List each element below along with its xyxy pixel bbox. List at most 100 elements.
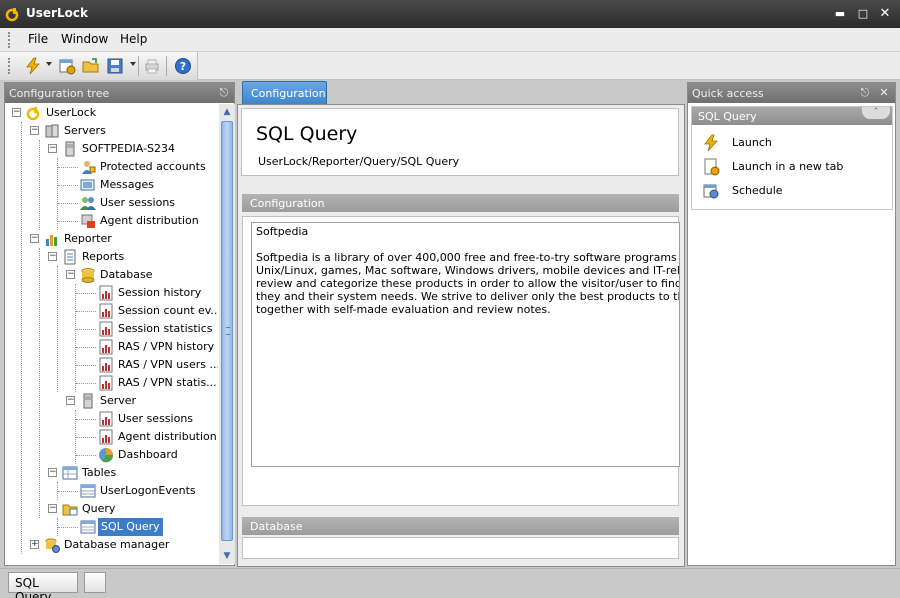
tree-connector <box>76 329 96 330</box>
tree-node-label: Server <box>100 394 137 407</box>
configuration-tree-panel: Configuration tree ⎋ − UserLock − Server… <box>4 82 235 566</box>
tree-node-label: User sessions <box>100 196 176 209</box>
tab-configuration[interactable]: Configuration <box>242 81 327 104</box>
tree-connector <box>76 437 96 438</box>
report-chart-icon <box>99 321 113 337</box>
report-chart-icon <box>99 285 113 301</box>
new-tab-icon[interactable] <box>58 57 76 75</box>
tree-node-label: UserLock <box>46 106 97 119</box>
help-icon[interactable]: ? <box>174 57 192 75</box>
document-tab-strip: Configuration <box>237 80 685 104</box>
tree-node-label: Reporter <box>64 232 112 245</box>
quick-access-panel: Quick access ⎋ ✕ SQL Query ⌃ Launch Laun… <box>687 82 896 566</box>
tree-node-label: SQL Query <box>98 518 163 536</box>
tree-connector <box>58 185 78 186</box>
save-icon[interactable] <box>106 57 124 75</box>
save-dropdown-icon[interactable] <box>130 62 136 66</box>
menubar-grip[interactable] <box>8 32 10 48</box>
messages-icon <box>80 179 95 191</box>
toolbar-separator <box>138 56 139 76</box>
tree-connector <box>76 293 96 294</box>
tree-scrollbar[interactable]: ▲ ▼ <box>219 104 235 564</box>
scroll-down-icon[interactable]: ▼ <box>219 548 235 564</box>
tree-node-label: Messages <box>100 178 154 191</box>
server-icon <box>65 141 75 157</box>
scroll-up-icon[interactable]: ▲ <box>219 104 235 120</box>
tree-connector <box>58 527 78 528</box>
tree-connector <box>58 203 78 204</box>
tree-node-label: RAS / VPN statis... <box>118 376 217 389</box>
query-text-line <box>256 238 675 251</box>
menu-window[interactable]: Window <box>61 32 108 46</box>
report-chart-icon <box>99 411 113 427</box>
chevron-up-icon[interactable]: ⌃ <box>862 107 890 119</box>
configuration-section: Softpedia Softpedia is a library of over … <box>242 216 680 506</box>
table-icon <box>80 484 96 498</box>
maximize-button[interactable]: □ <box>855 6 871 22</box>
tree-node-label: Dashboard <box>118 448 178 461</box>
report-chart-icon <box>99 303 113 319</box>
tree-node-label: Agent distribution <box>100 214 199 227</box>
pin-icon[interactable]: ⎋ <box>858 86 872 100</box>
query-text-line: they and their system needs. We strive t… <box>256 290 679 303</box>
tree-connector <box>76 347 96 348</box>
tab-label: Configuration <box>251 87 326 100</box>
tree-node-label: Reports <box>82 250 125 263</box>
open-tab-blank[interactable] <box>84 572 106 593</box>
close-button[interactable]: ✕ <box>877 6 893 22</box>
breadcrumb: UserLock/Reporter/Query/SQL Query <box>258 155 460 168</box>
quick-access-section-header[interactable]: SQL Query ⌃ <box>692 107 892 125</box>
menu-help[interactable]: Help <box>120 32 147 46</box>
open-folder-icon[interactable] <box>82 57 100 75</box>
tree-connector <box>39 248 40 518</box>
collapse-icon[interactable]: − <box>30 126 39 135</box>
tree-node-label: Database <box>100 268 153 281</box>
server-icon <box>83 393 93 409</box>
user-sessions-icon <box>80 197 96 210</box>
collapse-icon[interactable]: − <box>12 108 21 117</box>
toolbar: ? <box>0 52 900 80</box>
tree-node-label: Query <box>82 502 116 515</box>
open-tab-sql-query[interactable]: SQL Query <box>8 572 78 598</box>
query-text-line: Softpedia <box>256 225 309 238</box>
lightning-dropdown-icon[interactable] <box>46 62 52 66</box>
collapse-icon[interactable]: − <box>48 252 57 261</box>
print-icon[interactable] <box>143 57 161 75</box>
userlock-icon <box>26 107 40 121</box>
sql-query-textarea[interactable]: Softpedia Softpedia is a library of over … <box>251 222 680 467</box>
lightning-icon[interactable] <box>24 57 42 75</box>
tree-node-label: RAS / VPN users ... <box>118 358 218 371</box>
quick-access-section-title: SQL Query <box>698 110 757 123</box>
collapse-icon[interactable]: − <box>30 234 39 243</box>
collapse-icon[interactable]: − <box>66 396 75 405</box>
tree-node-label: UserLogonEvents <box>100 484 196 497</box>
configuration-section-header[interactable]: Configuration <box>242 194 679 212</box>
scroll-thumb[interactable] <box>221 121 233 541</box>
tree-node-label: Agent distribution <box>118 430 217 443</box>
configuration-view: SQL Query UserLock/Reporter/Query/SQL Qu… <box>237 104 685 567</box>
tree-connector <box>57 158 58 230</box>
configuration-tree-header: Configuration tree ⎋ <box>5 83 234 103</box>
close-icon[interactable]: ✕ <box>877 86 891 100</box>
tree-node-label: Session count ev... <box>118 304 218 317</box>
database-section-header[interactable]: Database <box>242 517 679 535</box>
quick-access-label: Launch <box>732 136 772 149</box>
collapse-icon[interactable]: − <box>48 504 57 513</box>
pin-icon[interactable]: ⎋ <box>217 86 231 100</box>
tree-connector <box>58 491 78 492</box>
minimize-button[interactable]: ▬ <box>832 6 848 22</box>
menu-file[interactable]: File <box>28 32 48 46</box>
svg-text:?: ? <box>180 60 186 73</box>
open-tab-label: SQL Query <box>15 576 52 598</box>
protected-accounts-icon <box>82 161 96 174</box>
table-icon <box>80 520 96 534</box>
tree-node-label: Servers <box>64 124 106 137</box>
quick-access-section: SQL Query ⌃ Launch Launch in a new tab S… <box>691 106 893 210</box>
tree-node-label: Session history <box>118 286 202 299</box>
collapse-icon[interactable]: − <box>48 468 57 477</box>
collapse-icon[interactable]: − <box>66 270 75 279</box>
title-bar: UserLock ▬ □ ✕ <box>0 0 900 28</box>
expand-icon[interactable]: + <box>30 540 39 549</box>
collapse-icon[interactable]: − <box>48 144 57 153</box>
toolbar-grip[interactable] <box>8 58 10 74</box>
